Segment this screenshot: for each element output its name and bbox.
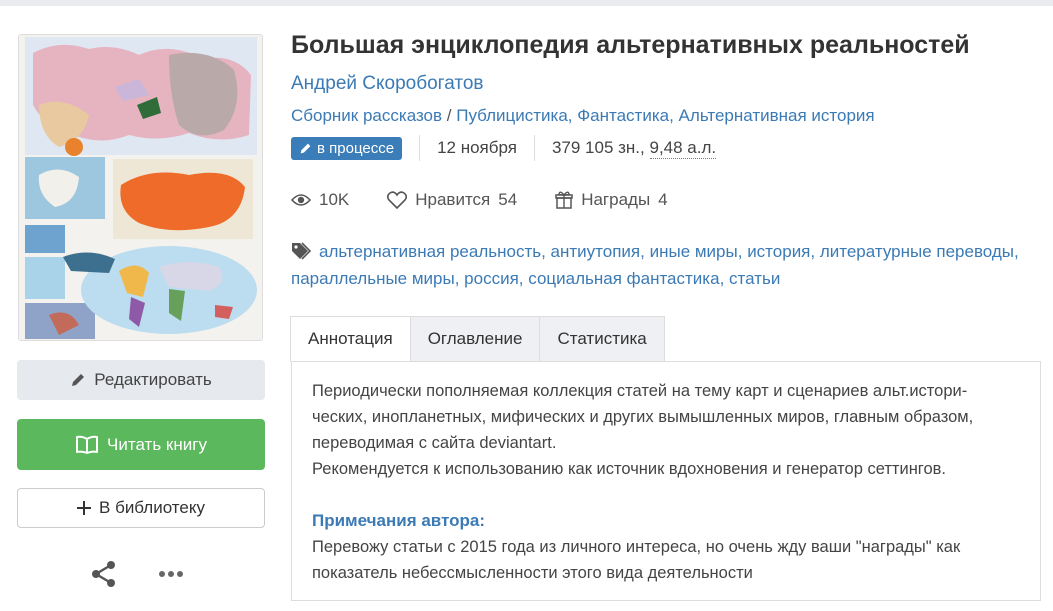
tab-annotation[interactable]: Аннотация	[290, 316, 411, 362]
read-book-button[interactable]: Читать книгу	[17, 419, 265, 470]
add-to-library-label: В библиотеку	[99, 498, 205, 517]
update-date: 12 ноября	[437, 138, 517, 157]
book-stats: 10K Нравится 54 Награды 4	[291, 190, 706, 210]
add-to-library-button[interactable]: В библиотеку	[17, 488, 265, 528]
plus-icon	[77, 501, 92, 515]
likes-count: 54	[498, 190, 518, 209]
edit-button-label: Редактировать	[94, 370, 212, 389]
tag-link[interactable]: антиутопия	[551, 242, 641, 261]
tag-link[interactable]: россия	[464, 269, 519, 288]
eye-icon	[291, 194, 311, 206]
tag-link[interactable]: литературные переводы	[820, 242, 1014, 261]
genres-line: Сборник рассказов / Публицистика, Фантас…	[291, 106, 875, 126]
awards-count: 4	[658, 190, 668, 209]
status-badge: в процессе	[291, 136, 403, 160]
annotation-panel: Периодически пополняемая коллекция стате…	[291, 361, 1041, 601]
awards-label: Награды	[581, 190, 651, 209]
open-book-icon	[76, 435, 99, 454]
divider	[419, 135, 421, 161]
tab-statistics[interactable]: Статистика	[539, 316, 665, 362]
heart-icon	[387, 191, 408, 209]
views-stat: 10K	[291, 190, 349, 210]
tab-contents[interactable]: Оглавление	[409, 316, 541, 362]
more-options-icon[interactable]	[158, 570, 184, 578]
annotation-text: Периодически пополняемая коллекция стате…	[312, 382, 974, 478]
genres-links[interactable]: Публицистика, Фантастика, Альтернативная…	[456, 106, 874, 125]
size-chars: 379 105 зн.,	[551, 138, 645, 157]
author-notes-text: Перевожу статьи с 2015 года из личного и…	[312, 538, 961, 582]
book-meta: в процессе 12 ноября 379 105 зн., 9,48 а…	[291, 135, 717, 161]
awards-stat[interactable]: Награды 4	[555, 190, 668, 210]
genres-separator: /	[442, 106, 457, 125]
pencil-icon	[300, 143, 311, 153]
tag-link[interactable]: статьи	[729, 269, 780, 288]
form-link[interactable]: Сборник рассказов	[291, 106, 442, 125]
tag-link[interactable]: альтернативная реальность	[319, 242, 541, 261]
tag-link[interactable]: история	[747, 242, 810, 261]
tag-link[interactable]: иные миры	[650, 242, 738, 261]
divider	[533, 135, 535, 161]
views-count: 10K	[319, 190, 350, 209]
tag-link[interactable]: параллельные миры	[291, 269, 455, 288]
tabs: Аннотация Оглавление Статистика	[290, 316, 665, 362]
read-book-label: Читать книгу	[107, 434, 207, 454]
tag-link[interactable]: социальная фантастика	[528, 269, 719, 288]
book-title: Большая энциклопедия альтернативных реал…	[291, 31, 970, 59]
author-notes-title: Примечания автора:	[312, 511, 486, 530]
book-cover[interactable]	[18, 34, 263, 341]
share-icon[interactable]	[90, 560, 118, 588]
tags-icon	[292, 242, 312, 260]
edit-button[interactable]: Редактировать	[17, 360, 265, 400]
status-label: в процессе	[317, 139, 395, 157]
author-link[interactable]: Андрей Скоробогатов	[291, 73, 484, 95]
top-bar	[0, 0, 1053, 6]
size-author-sheets: 9,48 а.л.	[649, 137, 717, 159]
likes-label: Нравится	[415, 190, 491, 209]
likes-stat[interactable]: Нравится 54	[387, 190, 517, 210]
tags-list: альтернативная реальность, антиутопия, и…	[291, 242, 1019, 288]
secondary-actions	[90, 560, 184, 588]
pencil-icon	[72, 374, 85, 386]
gift-icon	[555, 191, 573, 209]
